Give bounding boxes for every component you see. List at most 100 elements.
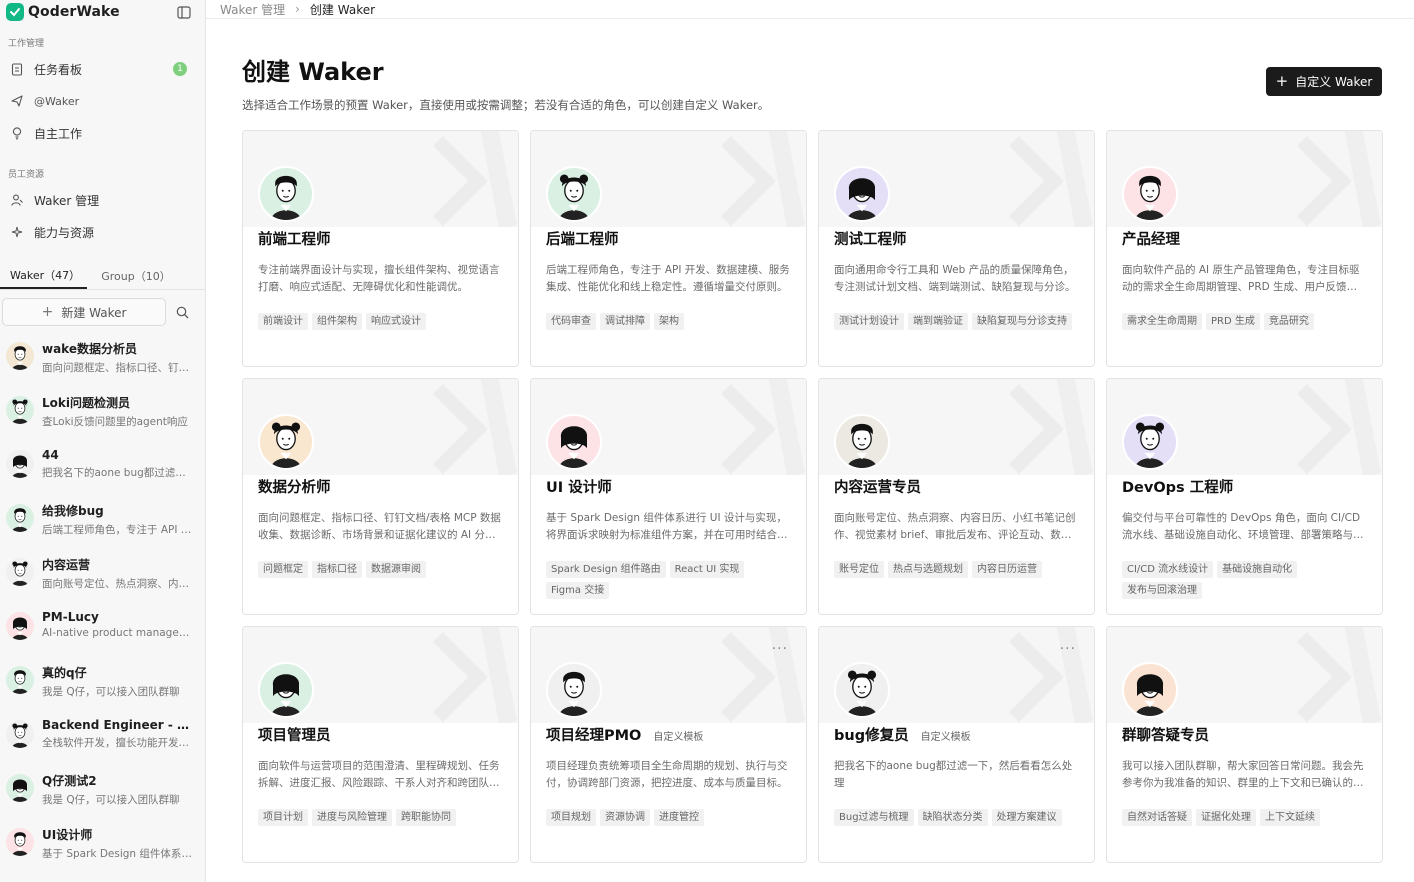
nav-autonomous-work[interactable]: 自主工作 [0, 117, 205, 149]
waker-template-card[interactable]: 前端工程师 专注前端界面设计与实现，擅长组件架构、视觉语言打磨、响应式适配、无障碍… [242, 130, 519, 367]
card-title: UI 设计师 [546, 476, 612, 497]
skill-chip: CI/CD 流水线设计 [1122, 561, 1214, 578]
avatar [6, 666, 34, 694]
section-title-staff: 员工资源 [8, 170, 45, 180]
skill-chip: Bug过滤与梳理 [834, 809, 914, 826]
card-description: 面向账号定位、热点洞察、内容日历、小红书笔记创作、视觉素材 brief、审批后发… [834, 512, 1076, 541]
skill-chip: Figma 交接 [546, 582, 610, 599]
sidebar: QoderWake 工作管理 任务看板 1 @Waker 自主工作 员工资源 W… [0, 0, 206, 882]
skill-chips: 自然对话答疑 证据化处理 上下文延续 [1122, 809, 1368, 826]
more-options-icon[interactable]: ··· [1060, 641, 1076, 657]
custom-waker-button[interactable]: + 自定义 Waker [1266, 67, 1382, 96]
skill-chip: 发布与回滚治理 [1122, 582, 1202, 599]
nav-label: Waker 管理 [34, 193, 100, 208]
sidebar-collapse-icon[interactable] [177, 4, 193, 19]
nav-label: 能力与资源 [34, 225, 95, 240]
waker-name: Backend Engineer - Anne [42, 718, 192, 732]
waker-template-card[interactable]: 后端工程师 后端工程师角色，专注于 API 开发、数据建模、服务集成、性能优化和线… [530, 130, 807, 367]
avatar [834, 414, 890, 470]
plus-icon: + [1275, 72, 1289, 90]
waker-template-card[interactable]: UI 设计师基于 Spark Design 组件体系进行 UI 设计与实现，将界… [530, 378, 807, 615]
waker-template-card[interactable]: 项目管理员面向软件与运营项目的范围澄清、里程碑规划、任务拆解、进度汇报、风险跟踪… [242, 626, 519, 863]
waker-template-card[interactable]: DevOps 工程师 偏交付与平台可靠性的 DevOps 角色，面向 CI/CD … [1106, 378, 1383, 615]
more-options-icon[interactable]: ··· [772, 641, 788, 657]
nav-label: 任务看板 [34, 62, 83, 77]
waker-template-card[interactable]: ··· bug修复员 自定义模板 把我名下的aone bug都过滤一下，然后看看怎么处… [818, 626, 1095, 863]
tab-group[interactable]: Group（10） [91, 262, 181, 289]
plus-icon: + [41, 304, 54, 320]
avatar [546, 166, 602, 222]
skill-chip: 缺陷状态分类 [917, 809, 988, 826]
skill-chips: CI/CD 流水线设计 基础设施自动化 发布与回滚治理 [1122, 561, 1368, 599]
breadcrumb-parent[interactable]: Waker 管理 [220, 1, 285, 18]
waker-list-item[interactable]: Q仔测试2 我是 Q仔，可以接入团队群聊 [0, 772, 205, 826]
section-title-work: 工作管理 [8, 39, 45, 49]
waker-list-item[interactable]: Loki问题检测员 查Loki反馈问题里的agent响应 [0, 394, 205, 448]
skill-chip: 跨职能协同 [396, 809, 456, 826]
card-title: 项目经理PMO 自定义模板 [546, 724, 703, 745]
card-description: 专注前端界面设计与实现，擅长组件架构、视觉语言打磨、响应式适配、无障碍优化和性能… [258, 264, 500, 293]
waker-template-card[interactable]: 内容运营专员面向账号定位、热点洞察、内容日历、小红书笔记创作、视觉素材 brie… [818, 378, 1095, 615]
skill-chips: 需求全生命周期 PRD 生成 竞品研究 [1122, 313, 1368, 330]
card-description: 基于 Spark Design 组件体系进行 UI 设计与实现，将界面诉求映射为… [546, 512, 787, 541]
app-window: QoderWake 工作管理 任务看板 1 @Waker 自主工作 员工资源 W… [0, 0, 1414, 882]
skill-chip: 需求全生命周期 [1122, 313, 1202, 330]
avatar [258, 414, 314, 470]
waker-list-item[interactable]: 给我修bug 后端工程师角色，专注于 API 开发 [0, 502, 205, 556]
waker-list-item[interactable]: wake数据分析员面向问题框定、指标口径、钉钉文档/表格 [0, 340, 205, 394]
card-title: 产品经理 [1122, 228, 1180, 249]
avatar [6, 450, 34, 478]
waker-list-item[interactable]: 44 把我名下的aone bug都过滤一下 [0, 448, 205, 502]
card-description: 面向软件与运营项目的范围澄清、里程碑规划、任务拆解、进度汇报、风险跟踪、干系人对… [258, 760, 500, 789]
waker-template-card[interactable]: 数据分析师 面向问题框定、指标口径、钉钉文档/表格 MCP 数据收集、数据诊断、市… [242, 378, 519, 615]
card-title: 测试工程师 [834, 228, 907, 249]
card-title-text: DevOps 工程师 [1122, 480, 1234, 496]
nav-at-waker[interactable]: @Waker [0, 85, 205, 117]
skill-chip: 进度管控 [654, 809, 704, 826]
skill-chip: 资源协调 [600, 809, 650, 826]
clipboard-icon [10, 62, 24, 76]
search-icon[interactable] [173, 303, 191, 321]
waker-list-item[interactable]: Backend Engineer - Anne 全栈软件开发，擅长功能开发与调试 [0, 718, 205, 772]
waker-desc: 全栈软件开发，擅长功能开发与调试 [42, 737, 192, 749]
lightbulb-icon [10, 126, 24, 140]
waker-template-card[interactable]: ··· 项目经理PMO 自定义模板项目经理负责统筹项目全生命周期的规划、执行与交付，… [530, 626, 807, 863]
skill-chip: 基础设施自动化 [1217, 561, 1298, 578]
card-title: 内容运营专员 [834, 476, 921, 497]
waker-list: wake数据分析员面向问题框定、指标口径、钉钉文档/表格Loki问题检测员查Lo… [0, 340, 205, 880]
task-count-badge: 1 [173, 62, 187, 76]
waker-list-item[interactable]: 内容运营面向账号定位、热点洞察、内容日历 [0, 556, 205, 610]
card-title-text: 群聊答疑专员 [1122, 728, 1209, 744]
card-description: 我可以接入团队群聊，帮大家回答日常问题。我会先参考你为我准备的知识、群里的上下文… [1122, 760, 1364, 789]
nav-waker-management[interactable]: Waker 管理 [0, 184, 205, 216]
card-description: 面向问题框定、指标口径、钉钉文档/表格 MCP 数据收集、数据诊断、市场背景和证… [258, 512, 501, 541]
skill-chip: 进度与风险管理 [312, 809, 392, 826]
new-waker-button[interactable]: + 新建 Waker [2, 298, 166, 326]
avatar [6, 612, 34, 640]
avatar [6, 342, 34, 370]
avatar [6, 774, 34, 802]
tab-waker[interactable]: Waker（47） [0, 262, 87, 289]
main-content: Waker 管理 › 创建 Waker 创建 Waker 选择适合工作场景的预置… [206, 0, 1414, 882]
waker-template-card[interactable]: 产品经理 面向软件产品的 AI 原生产品管理角色，专注目标驱动的需求全生命周期管理… [1106, 130, 1383, 367]
skill-chip: 竞品研究 [1263, 313, 1314, 330]
waker-desc: 我是 Q仔，可以接入团队群聊 [42, 686, 180, 698]
waker-list-item[interactable]: 真的q仔 我是 Q仔，可以接入团队群聊 [0, 664, 205, 718]
brand[interactable]: QoderWake [0, 0, 205, 24]
waker-name: PM-Lucy [42, 610, 99, 624]
waker-template-grid: 前端工程师 专注前端界面设计与实现，擅长组件架构、视觉语言打磨、响应式适配、无障碍… [242, 130, 1383, 863]
custom-template-tag: 自定义模板 [653, 732, 704, 743]
waker-template-card[interactable]: 测试工程师 面向通用命令行工具和 Web 产品的质量保障角色，专注测试计划文档、端… [818, 130, 1095, 367]
page-subtitle: 选择适合工作场景的预置 Waker，直接使用或按需调整；若没有合适的角色，可以创… [242, 98, 770, 112]
waker-template-card[interactable]: 群聊答疑专员我可以接入团队群聊，帮大家回答日常问题。我会先参考你为我准备的知识、… [1106, 626, 1383, 863]
waker-list-item[interactable]: PM-Lucy AI-native product management [0, 610, 205, 664]
waker-list-item[interactable]: UI设计师 基于 Spark Design 组件体系进行 [0, 826, 205, 880]
card-title: 项目管理员 [258, 724, 331, 745]
skill-chip: 问题框定 [258, 561, 308, 578]
nav-capabilities[interactable]: 能力与资源 [0, 216, 205, 248]
nav-task-board[interactable]: 任务看板 1 [0, 53, 205, 85]
new-waker-label: 新建 Waker [61, 305, 127, 320]
card-description: 项目经理负责统筹项目全生命周期的规划、执行与交付，协调跨部门资源，把控进度、成本… [546, 760, 788, 789]
waker-group-tabs: Waker（47） Group（10） [0, 262, 205, 290]
card-title-text: 内容运营专员 [834, 480, 921, 496]
